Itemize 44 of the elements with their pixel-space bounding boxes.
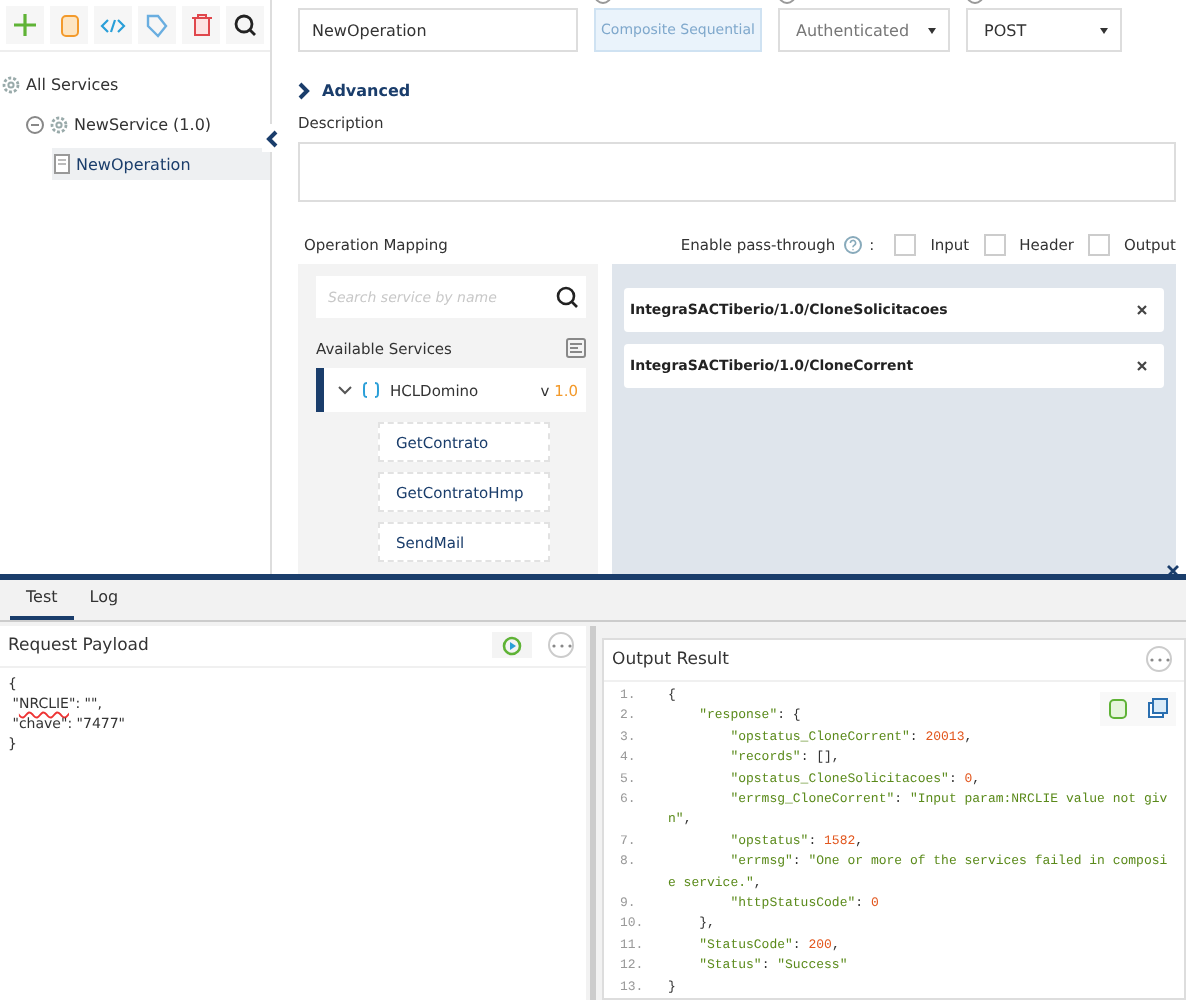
tree-item[interactable]: NewService (1.0) <box>24 108 270 140</box>
run-button[interactable] <box>492 632 532 659</box>
security-dropdown[interactable]: Authenticated <box>778 8 950 52</box>
chevron-icon <box>298 82 310 100</box>
tree-item[interactable]: NewOperation <box>52 148 270 180</box>
close-icon[interactable] <box>1166 563 1180 578</box>
checkbox[interactable] <box>894 234 917 256</box>
search-icon <box>234 14 256 36</box>
help-icon[interactable] <box>843 236 862 254</box>
checkbox[interactable] <box>983 234 1006 256</box>
ellipsis-icon <box>1149 657 1169 662</box>
gear-icon <box>50 115 68 133</box>
copy-icon[interactable] <box>1108 697 1128 720</box>
method-dropdown[interactable]: POST <box>966 8 1122 52</box>
document-icon <box>54 154 70 174</box>
close-icon[interactable] <box>1136 304 1148 316</box>
ellipsis-icon <box>551 643 571 648</box>
collapse-icon[interactable] <box>26 115 44 133</box>
checkbox[interactable] <box>1087 234 1110 256</box>
document-icon <box>59 13 79 37</box>
panel-title: Request Payload <box>8 635 151 656</box>
plus-icon <box>14 14 36 36</box>
tree-item[interactable]: All Services <box>0 68 270 100</box>
panel-title: Output Result <box>612 649 731 670</box>
chevron-icon <box>338 385 352 395</box>
splitter-handle[interactable] <box>590 625 596 1000</box>
tab[interactable]: Test <box>10 579 74 620</box>
more-options-button[interactable] <box>548 632 574 659</box>
toolbar-button[interactable] <box>226 6 264 44</box>
close-icon[interactable] <box>1136 360 1148 372</box>
advanced-toggle[interactable]: Advanced <box>298 82 411 100</box>
operation-name-field[interactable]: NewOperation <box>298 8 578 52</box>
braces-icon <box>362 382 380 398</box>
play-icon <box>502 635 522 656</box>
expand-icon[interactable] <box>1148 697 1168 718</box>
trash-icon <box>191 14 211 36</box>
more-options-button[interactable] <box>1146 646 1172 673</box>
description-field[interactable] <box>298 142 1176 202</box>
search-icon <box>556 286 578 308</box>
filter-icon[interactable] <box>566 338 586 358</box>
tab[interactable]: Log <box>73 579 135 620</box>
tag-icon <box>146 13 168 37</box>
code-icon <box>100 17 126 33</box>
gear-icon <box>2 75 20 93</box>
